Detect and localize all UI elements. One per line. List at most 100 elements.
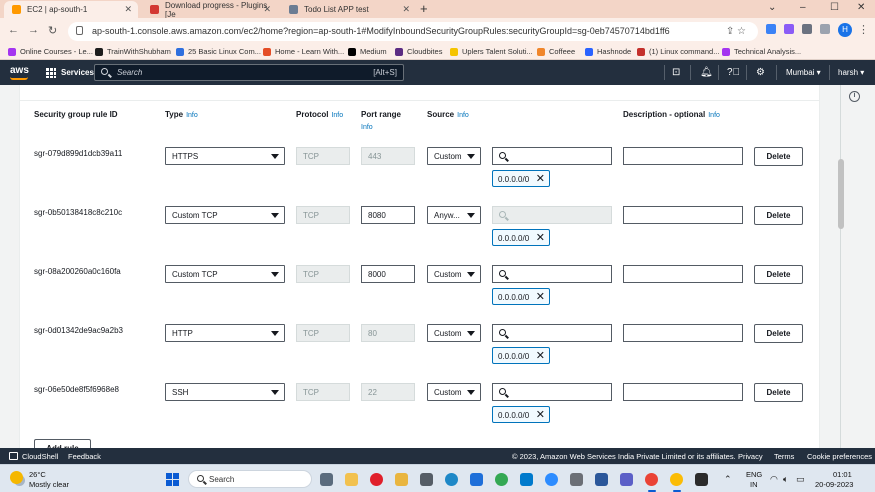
type-select[interactable]: HTTPS — [165, 147, 285, 165]
task-view-icon[interactable] — [320, 473, 333, 486]
edge-icon[interactable] — [445, 473, 458, 486]
taskbar-search[interactable]: Search — [188, 470, 312, 488]
remove-token-icon[interactable]: ✕ — [536, 408, 545, 421]
extensions-puzzle-icon[interactable] — [802, 24, 812, 34]
bookmark-item[interactable]: Medium — [348, 47, 387, 56]
port-range-input[interactable]: 8080 — [361, 206, 415, 224]
bookmark-item[interactable]: (1) Linux command... — [637, 47, 719, 56]
weather-status[interactable]: Mostly clear — [29, 480, 69, 489]
source-cidr-search[interactable] — [492, 265, 612, 283]
close-icon[interactable]: ✕ — [263, 4, 271, 15]
tab-todo-app[interactable]: Todo List APP test ✕ — [281, 1, 416, 18]
bookmark-item[interactable]: Cloudbites — [395, 47, 442, 56]
source-cidr-search[interactable] — [492, 147, 612, 165]
folder-icon[interactable] — [395, 473, 408, 486]
delete-rule-button[interactable]: Delete — [754, 383, 803, 402]
teams-icon[interactable] — [620, 473, 633, 486]
maximize-icon[interactable]: ☐ — [830, 2, 839, 13]
bookmark-item[interactable]: TrainWithShubham — [95, 47, 171, 56]
aws-logo[interactable]: aws — [10, 65, 29, 80]
delete-rule-button[interactable]: Delete — [754, 147, 803, 166]
bookmark-item[interactable]: Technical Analysis... — [722, 47, 801, 56]
privacy-link[interactable]: Privacy — [738, 452, 763, 461]
chrome-profile-icon[interactable] — [670, 473, 683, 486]
menu-kebab-icon[interactable]: ⋮ — [858, 23, 869, 36]
wifi-icon[interactable]: ◠ — [770, 474, 778, 485]
lock-icon[interactable] — [76, 26, 83, 35]
windows-start-icon[interactable] — [166, 473, 179, 486]
back-icon[interactable]: ← — [8, 24, 19, 36]
source-select[interactable]: Custom — [427, 324, 481, 342]
url-bar[interactable]: ap-south-1.console.aws.amazon.com/ec2/ho… — [68, 22, 758, 41]
description-input[interactable] — [623, 206, 743, 224]
chrome-icon[interactable] — [495, 473, 508, 486]
tab-search-chevron-icon[interactable]: ⌄ — [768, 2, 776, 13]
feedback-link[interactable]: Feedback — [68, 452, 101, 461]
account-menu[interactable]: harsh ▾ — [838, 68, 864, 77]
source-cidr-search[interactable] — [492, 324, 612, 342]
weather-icon[interactable] — [10, 471, 23, 484]
language-code[interactable]: ENG — [746, 470, 762, 479]
opera-icon[interactable] — [370, 473, 383, 486]
info-panel-icon[interactable]: i — [849, 91, 860, 102]
port-range-info-link[interactable]: Info — [361, 124, 401, 131]
sidepanel-icon[interactable] — [820, 24, 830, 34]
services-grid-icon[interactable] — [46, 68, 56, 78]
notifications-bell-icon[interactable]: 🔔︎ — [700, 67, 713, 78]
settings-gear-icon[interactable]: ⚙ — [756, 67, 765, 78]
remove-token-icon[interactable]: ✕ — [536, 290, 545, 303]
source-cidr-search[interactable] — [492, 383, 612, 401]
zoom-icon[interactable] — [545, 473, 558, 486]
clock-time[interactable]: 01:01 — [833, 470, 852, 479]
description-input[interactable] — [623, 324, 743, 342]
reload-icon[interactable]: ↻ — [48, 24, 57, 37]
terms-link[interactable]: Terms — [774, 452, 794, 461]
tray-overflow-chevron-icon[interactable]: ⌃ — [724, 474, 732, 485]
delete-rule-button[interactable]: Delete — [754, 265, 803, 284]
scrollbar-track[interactable] — [840, 85, 841, 448]
port-range-input[interactable]: 8000 — [361, 265, 415, 283]
cloudshell-link[interactable]: CloudShell — [22, 452, 58, 461]
file-explorer-icon[interactable] — [345, 473, 358, 486]
settings-icon[interactable] — [570, 473, 583, 486]
minimize-icon[interactable]: – — [800, 2, 806, 13]
description-input[interactable] — [623, 265, 743, 283]
cloudshell-icon[interactable]: ⊡ — [672, 67, 680, 78]
bookmark-item[interactable]: Online Courses - Le... — [8, 47, 93, 56]
type-select[interactable]: SSH — [165, 383, 285, 401]
type-info-link[interactable]: Info — [186, 112, 198, 119]
description-info-link[interactable]: Info — [708, 112, 720, 119]
bookmark-item[interactable]: Home - Learn With... — [263, 47, 344, 56]
profile-avatar[interactable]: H — [838, 23, 852, 37]
delete-rule-button[interactable]: Delete — [754, 206, 803, 225]
add-rule-button[interactable]: Add rule — [34, 439, 91, 448]
window-close-icon[interactable]: ✕ — [857, 2, 865, 13]
forward-icon[interactable]: → — [28, 24, 39, 36]
bookmark-item[interactable]: Coffeee — [537, 47, 575, 56]
bookmark-item[interactable]: Hashnode — [585, 47, 631, 56]
clock-date[interactable]: 20-09-2023 — [815, 480, 853, 489]
cookie-preferences-link[interactable]: Cookie preferences — [807, 452, 872, 461]
source-info-link[interactable]: Info — [457, 112, 469, 119]
tab-download-progress[interactable]: Download progress - Plugins [Je ✕ — [142, 1, 277, 19]
close-icon[interactable]: ✕ — [124, 4, 132, 15]
remove-token-icon[interactable]: ✕ — [536, 349, 545, 362]
aws-search-input[interactable]: Search [Alt+S] — [94, 64, 404, 81]
type-select[interactable]: HTTP — [165, 324, 285, 342]
source-select[interactable]: Custom — [427, 147, 481, 165]
region-selector[interactable]: Mumbai ▾ — [786, 68, 821, 77]
bookmark-item[interactable]: Uplers Talent Soluti... — [450, 47, 533, 56]
source-select[interactable]: Custom — [427, 265, 481, 283]
description-input[interactable] — [623, 383, 743, 401]
type-select[interactable]: Custom TCP — [165, 206, 285, 224]
new-tab-button[interactable]: + — [420, 1, 428, 16]
tab-ec2[interactable]: EC2 | ap-south-1 ✕ — [4, 1, 138, 18]
volume-icon[interactable]: 🔈︎ — [783, 474, 788, 485]
close-icon[interactable]: ✕ — [402, 4, 410, 15]
word-icon[interactable] — [595, 473, 608, 486]
help-icon[interactable]: ?⃝ — [727, 67, 740, 78]
source-select[interactable]: Anyw... — [427, 206, 481, 224]
url-text[interactable]: ap-south-1.console.aws.amazon.com/ec2/ho… — [92, 26, 670, 36]
vscode-icon[interactable] — [520, 473, 533, 486]
extension-icon[interactable] — [766, 24, 776, 34]
